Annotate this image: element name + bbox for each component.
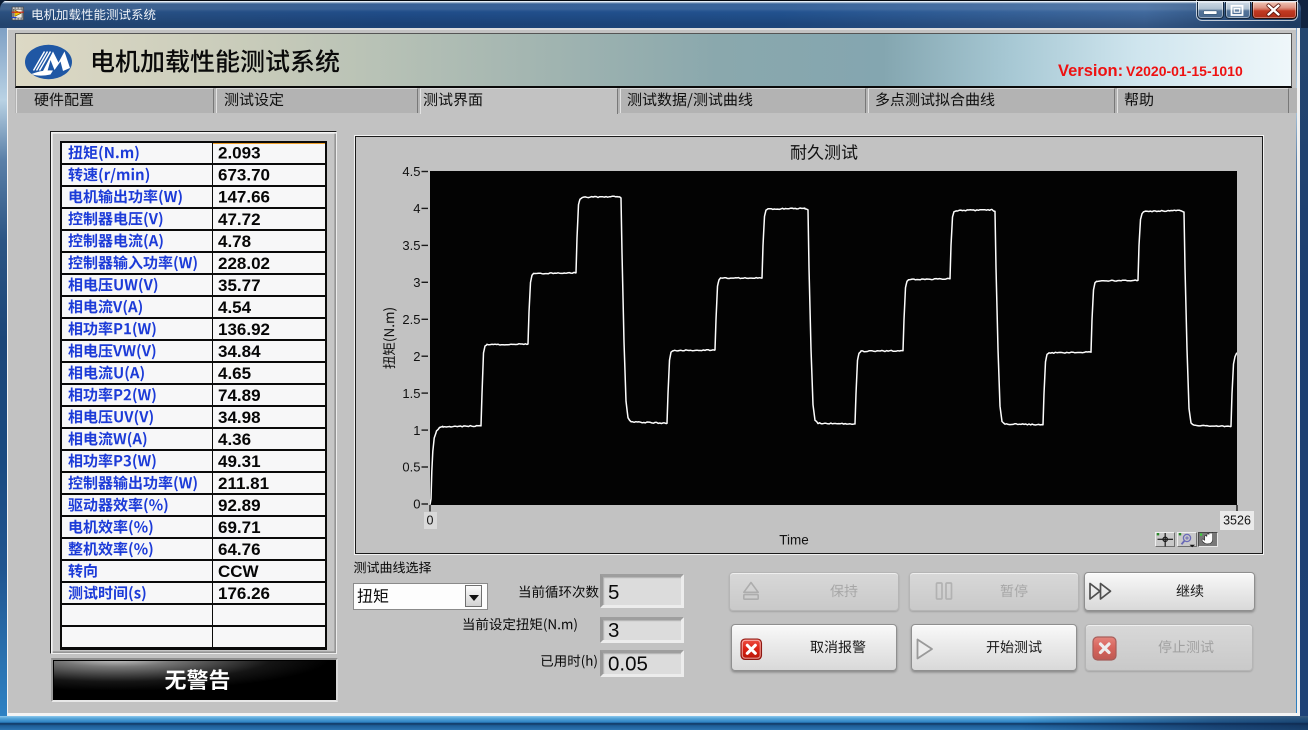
svg-text:4.54: 4.54 — [218, 298, 252, 317]
svg-text:47.72: 47.72 — [218, 210, 261, 229]
svg-text:74.89: 74.89 — [218, 386, 261, 405]
svg-text:0: 0 — [413, 497, 420, 512]
svg-text:Version:: Version: — [1058, 62, 1123, 80]
svg-text:4.5: 4.5 — [402, 164, 420, 179]
svg-text:4.65: 4.65 — [218, 364, 251, 383]
svg-text:4.36: 4.36 — [218, 430, 251, 449]
svg-text:35.77: 35.77 — [218, 276, 261, 295]
svg-text:64.76: 64.76 — [218, 540, 261, 559]
svg-text:V2020-01-15-1010: V2020-01-15-1010 — [1126, 63, 1243, 79]
svg-text:3.5: 3.5 — [402, 238, 420, 253]
svg-text:2.5: 2.5 — [402, 312, 420, 327]
svg-text:147.66: 147.66 — [218, 188, 270, 207]
svg-text:211.81: 211.81 — [218, 474, 269, 493]
svg-text:69.71: 69.71 — [218, 518, 261, 537]
svg-text:49.31: 49.31 — [218, 452, 261, 471]
svg-text:228.02: 228.02 — [218, 254, 270, 273]
svg-text:176.26: 176.26 — [218, 584, 270, 603]
svg-text:2: 2 — [413, 349, 420, 364]
svg-text:34.84: 34.84 — [218, 342, 261, 361]
svg-text:Time: Time — [779, 533, 809, 548]
svg-text:5: 5 — [608, 581, 619, 604]
svg-text:3: 3 — [413, 275, 420, 290]
svg-text:3: 3 — [608, 619, 619, 642]
svg-text:0.05: 0.05 — [608, 653, 648, 676]
svg-text:3526: 3526 — [1223, 514, 1251, 528]
svg-text:0.5: 0.5 — [402, 460, 420, 475]
svg-text:4.78: 4.78 — [218, 232, 251, 251]
svg-text:136.92: 136.92 — [218, 320, 270, 339]
svg-text:92.89: 92.89 — [218, 496, 261, 515]
svg-text:0: 0 — [427, 514, 434, 528]
svg-text:CCW: CCW — [218, 562, 260, 581]
svg-text:4: 4 — [413, 201, 420, 216]
svg-text:1: 1 — [413, 423, 420, 438]
svg-text:1.5: 1.5 — [402, 386, 420, 401]
svg-text:2.093: 2.093 — [218, 144, 261, 163]
svg-text:34.98: 34.98 — [218, 408, 261, 427]
svg-text:673.70: 673.70 — [218, 166, 270, 185]
